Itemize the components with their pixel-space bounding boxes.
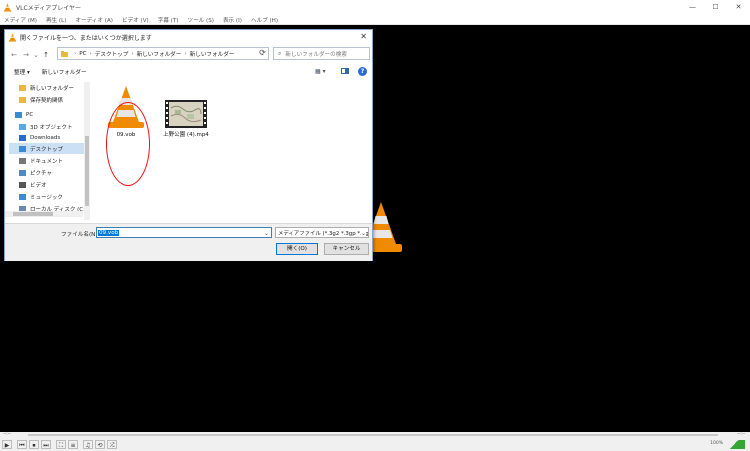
elapsed-time: --:--	[3, 432, 12, 437]
vlc-cone-icon	[8, 33, 17, 42]
open-button[interactable]: 開く(O)	[276, 243, 318, 255]
fullscreen-button[interactable]: ⛶	[56, 440, 66, 449]
filename-label: ファイル名(N):	[61, 232, 100, 238]
playlist-button[interactable]: ♫	[83, 440, 93, 449]
filename-value: 09.vob	[98, 229, 120, 236]
new-folder-button[interactable]: 新しいフォルダー	[42, 68, 87, 76]
sidebar-item-pc[interactable]: PC	[15, 109, 33, 120]
search-placeholder: 新しいフォルダーの検索	[285, 51, 347, 58]
open-file-dialog: 開くファイルを一つ、またはいくつか選択します ✕ ← → ⌄ ↑ › PC › …	[4, 29, 373, 261]
highlight-circle	[106, 102, 150, 186]
vlc-cone-icon	[3, 3, 12, 12]
shuffle-button[interactable]: ⤮	[107, 440, 117, 449]
dialog-title: 開くファイルを一つ、またはいくつか選択します	[20, 35, 152, 42]
sidebar-scrollbar[interactable]	[84, 82, 90, 220]
sidebar-item-downloads[interactable]: Downloads	[19, 132, 60, 143]
breadcrumb-desktop[interactable]: デスクトップ	[95, 50, 129, 58]
volume-percent: 100%	[710, 441, 723, 446]
menu-subtitle[interactable]: 字幕 (T)	[158, 16, 179, 24]
address-row: ← → ⌄ ↑ › PC › デスクトップ › 新しいフォルダー › 新しいフォ…	[5, 46, 372, 63]
address-bar[interactable]: › PC › デスクトップ › 新しいフォルダー › 新しいフォルダー ⌄	[57, 47, 269, 60]
search-icon: ⌕	[278, 49, 282, 57]
desktop-icon	[19, 145, 26, 152]
search-box[interactable]: ⌕ 新しいフォルダーの検索	[273, 47, 370, 60]
filetype-value: メディアファイル (*.3g2 *.3gp *.3gp	[278, 230, 369, 237]
dialog-toolbar: 整理 ▾ 新しいフォルダー ▦ ▾ ?	[5, 65, 372, 79]
cancel-button[interactable]: キャンセル	[324, 243, 369, 255]
seek-track[interactable]	[28, 434, 718, 436]
app-title: VLCメディアプレイヤー	[16, 5, 82, 12]
3d-icon	[19, 123, 26, 130]
play-button[interactable]: ▶	[2, 440, 12, 449]
filename-input[interactable]: 09.vob ⌄	[96, 227, 272, 238]
preview-pane-icon[interactable]	[341, 68, 349, 74]
back-button[interactable]: ←	[8, 51, 20, 59]
view-options-icon[interactable]: ▦ ▾	[315, 68, 326, 75]
menu-media[interactable]: メディア (M)	[4, 16, 37, 24]
file-item-mp4[interactable]: 上野公園 (4).mp4	[160, 100, 212, 138]
folder-icon	[19, 84, 26, 91]
sidebar-item-pictures[interactable]: ピクチャ	[19, 167, 52, 178]
video-thumbnail-icon	[165, 100, 207, 128]
vlc-window: VLCメディアプレイヤー — ☐ ✕ メディア (M) 再生 (L) オーディオ…	[0, 0, 750, 451]
menu-playback[interactable]: 再生 (L)	[46, 16, 66, 24]
dialog-titlebar: 開くファイルを一つ、またはいくつか選択します ✕	[5, 30, 372, 45]
document-icon	[19, 157, 26, 164]
dialog-bottom: ファイル名(N): 09.vob ⌄ メディアファイル (*.3g2 *.3gp…	[5, 223, 372, 261]
breadcrumb-new-folder-current[interactable]: 新しいフォルダー	[190, 50, 235, 58]
dialog-close-button[interactable]: ✕	[360, 32, 367, 41]
menu-video[interactable]: ビデオ (V)	[122, 16, 149, 24]
minimize-button[interactable]: —	[681, 0, 704, 15]
extended-settings-button[interactable]: ≡	[68, 440, 78, 449]
loop-button[interactable]: ⟲	[95, 440, 105, 449]
next-button[interactable]: ⏭	[41, 440, 51, 449]
folder-icon	[19, 96, 26, 103]
sidebar-item-contracts[interactable]: 保存契約関係	[19, 94, 63, 105]
menubar: メディア (M) 再生 (L) オーディオ (A) ビデオ (V) 字幕 (T)…	[0, 15, 750, 25]
folder-icon	[61, 50, 68, 57]
recent-locations-button[interactable]: ⌄	[32, 51, 40, 59]
previous-button[interactable]: ⏮	[17, 440, 27, 449]
organize-button[interactable]: 整理 ▾	[14, 68, 30, 76]
download-icon	[19, 134, 26, 141]
sidebar-item-videos[interactable]: ビデオ	[19, 179, 47, 190]
sidebar-item-music[interactable]: ミュージック	[19, 191, 63, 202]
menu-help[interactable]: ヘルプ (H)	[251, 16, 278, 24]
refresh-button[interactable]: ⟳	[254, 46, 271, 59]
sidebar-horizontal-scrollbar[interactable]	[5, 211, 83, 217]
file-name: 上野公園 (4).mp4	[163, 132, 209, 138]
app-titlebar: VLCメディアプレイヤー — ☐ ✕	[0, 0, 750, 15]
picture-icon	[19, 169, 26, 176]
sidebar-item-3d-objects[interactable]: 3D オブジェクト	[19, 121, 72, 132]
navigation-pane: 新しいフォルダー 保存契約関係 PC 3D オブジェクト Downloads デ…	[5, 80, 90, 222]
maximize-button[interactable]: ☐	[704, 0, 727, 15]
sidebar-item-documents[interactable]: ドキュメント	[19, 155, 63, 166]
close-button[interactable]: ✕	[727, 0, 750, 15]
music-icon	[19, 193, 26, 200]
chevron-down-icon[interactable]: ⌄	[264, 230, 269, 237]
menu-tools[interactable]: ツール (S)	[187, 16, 213, 24]
breadcrumb-pc[interactable]: PC	[79, 51, 86, 57]
up-button[interactable]: ↑	[40, 51, 52, 59]
forward-button[interactable]: →	[20, 51, 32, 59]
sidebar-item-desktop[interactable]: デスクトップ	[9, 143, 84, 154]
stop-button[interactable]: ⏹	[29, 440, 39, 449]
chevron-down-icon: ⌄	[360, 230, 366, 237]
sidebar-item-new-folder[interactable]: 新しいフォルダー	[19, 82, 74, 93]
total-time: --:--	[736, 432, 745, 437]
volume-slider[interactable]	[723, 440, 745, 449]
help-icon[interactable]: ?	[358, 67, 367, 76]
menu-audio[interactable]: オーディオ (A)	[75, 16, 113, 24]
video-icon	[19, 181, 26, 188]
menu-view[interactable]: 表示 (I)	[223, 16, 242, 24]
pc-icon	[15, 111, 22, 118]
breadcrumb-new-folder[interactable]: 新しいフォルダー	[137, 50, 182, 58]
filetype-select[interactable]: メディアファイル (*.3g2 *.3gp *.3gp ⌄	[275, 227, 369, 238]
player-controls: ▶ ⏮ ⏹ ⏭ ⛶ ≡ ♫ ⟲ ⤮	[0, 438, 750, 451]
